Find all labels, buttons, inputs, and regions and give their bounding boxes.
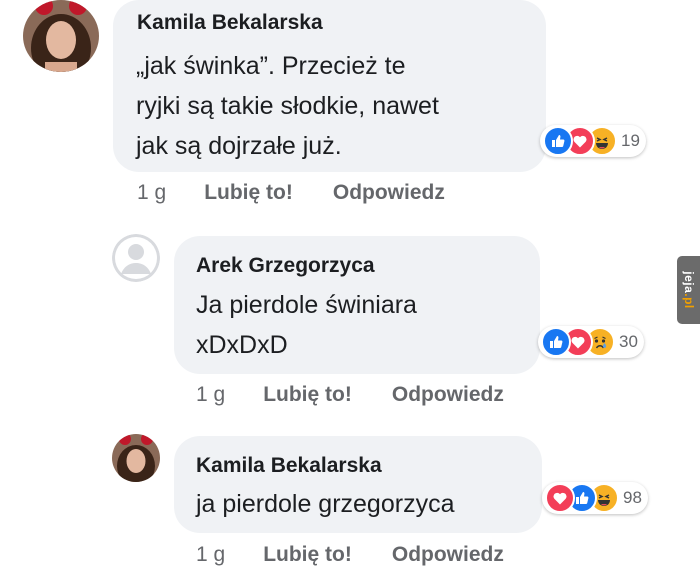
reply-button[interactable]: Odpowiedz (392, 543, 504, 567)
comment-timestamp[interactable]: 1 g (137, 181, 166, 205)
comment-author[interactable]: Arek Grzegorzyca (196, 254, 375, 278)
comment-actions: 1 g Lubię to! Odpowiedz (137, 181, 445, 205)
comment-actions: 1 g Lubię to! Odpowiedz (196, 543, 504, 567)
watermark-tab: jeja.pl (677, 256, 700, 324)
watermark-label: jeja.pl (682, 271, 696, 309)
avatar[interactable] (112, 434, 160, 482)
reaction-summary[interactable]: 98 (542, 482, 648, 514)
comment-text: Ja pierdole świniara xDxDxD (196, 291, 417, 359)
like-button[interactable]: Lubię to! (263, 383, 352, 407)
watermark-text: jeja (681, 271, 696, 294)
like-icon (541, 327, 571, 357)
reaction-summary[interactable]: 19 (540, 125, 646, 157)
reply-button[interactable]: Odpowiedz (333, 181, 445, 205)
comment-timestamp[interactable]: 1 g (196, 543, 225, 567)
comment-timestamp[interactable]: 1 g (196, 383, 225, 407)
like-icon (543, 126, 573, 156)
reaction-count: 30 (619, 332, 638, 351)
reaction-count: 19 (621, 131, 640, 150)
reply-button[interactable]: Odpowiedz (392, 383, 504, 407)
comment-text: ja pierdole grzegorzyca (196, 490, 455, 518)
comment-actions: 1 g Lubię to! Odpowiedz (196, 383, 504, 407)
comment-author[interactable]: Kamila Bekalarska (196, 454, 382, 478)
like-button[interactable]: Lubię to! (263, 543, 352, 567)
avatar[interactable] (23, 0, 99, 72)
reaction-count: 98 (623, 488, 642, 507)
avatar-placeholder[interactable] (112, 234, 160, 282)
comment-text: „jak świnka”. Przecież te ryjki są takie… (136, 52, 439, 160)
watermark-suffix: .pl (681, 293, 696, 309)
comment-author[interactable]: Kamila Bekalarska (137, 11, 323, 35)
like-button[interactable]: Lubię to! (204, 181, 293, 205)
love-icon (545, 483, 575, 513)
reaction-summary[interactable]: 30 (538, 326, 644, 358)
